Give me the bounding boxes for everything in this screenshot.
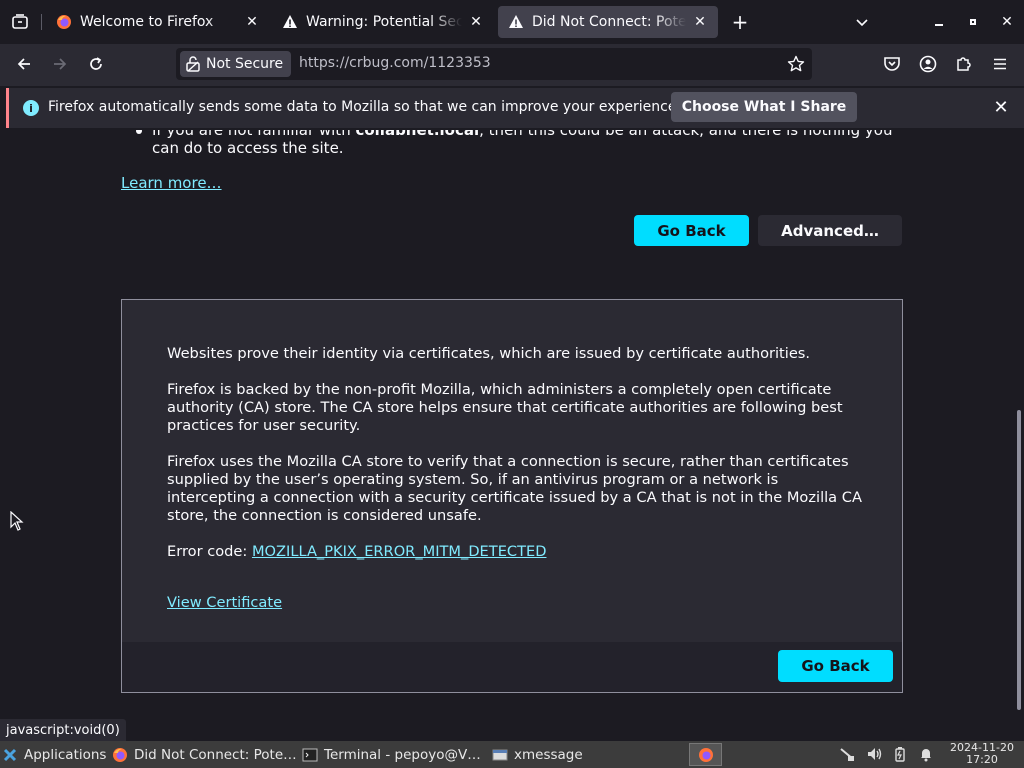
go-back-button-footer[interactable]: Go Back	[778, 650, 893, 682]
pocket-icon	[884, 57, 900, 71]
tab-title: Welcome to Firefox	[80, 14, 214, 30]
back-arrow-icon	[17, 58, 30, 70]
minimize-icon	[935, 24, 943, 26]
clock-time: 17:20	[966, 753, 998, 766]
applications-icon	[2, 747, 18, 763]
hamburger-menu-icon	[994, 58, 1006, 70]
mouse-cursor-icon	[10, 511, 24, 531]
bullet-text: can do to access the site.	[152, 139, 344, 157]
tab-title: Did Not Connect: Potential Security Issu…	[532, 14, 686, 30]
clock[interactable]: 2024-11-20 17:20	[944, 742, 1020, 766]
firefox-view-icon	[12, 14, 28, 29]
tab-warning[interactable]: Warning: Potential Security Risk Ahead ✕	[272, 6, 494, 38]
applications-label: Applications	[24, 746, 106, 763]
firefox-view-button[interactable]	[0, 0, 40, 44]
error-code-link[interactable]: MOZILLA_PKIX_ERROR_MITM_DETECTED	[252, 543, 547, 560]
explanation-bullet: If you are not familiar with collabnet.l…	[152, 130, 912, 157]
warning-icon	[282, 14, 298, 30]
notification-message: Firefox automatically sends some data to…	[48, 99, 681, 115]
advanced-panel-footer: Go Back	[122, 642, 902, 692]
page-content: If you are not familiar with collabnet.l…	[0, 130, 1024, 715]
choose-what-i-share-button[interactable]: Choose What I Share	[671, 92, 857, 122]
certificate-paragraph-3: Firefox uses the Mozilla CA store to ver…	[167, 453, 862, 524]
tab-title: Warning: Potential Security Risk Ahead	[306, 14, 462, 30]
broken-lock-icon	[186, 56, 200, 72]
go-back-label: Go Back	[657, 221, 726, 240]
not-secure-indicator[interactable]: Not Secure	[180, 51, 292, 77]
close-notification-icon[interactable]: ✕	[990, 96, 1012, 118]
maximize-icon	[970, 19, 976, 25]
status-panel: javascript:void(0)	[0, 719, 126, 741]
taskbar-item-terminal[interactable]: Terminal - pepoyo@V…	[302, 743, 486, 766]
puzzle-icon	[957, 57, 971, 71]
go-back-button[interactable]: Go Back	[634, 215, 749, 246]
hostname-text: collabnet.local	[355, 130, 480, 139]
extensions-button[interactable]	[950, 50, 978, 78]
star-icon	[787, 55, 805, 72]
certificate-paragraph-2: Firefox is backed by the non-profit Mozi…	[167, 381, 843, 434]
window-close-button[interactable]: ✕	[995, 10, 1019, 34]
data-collection-notification-bar: i Firefox automatically sends some data …	[6, 88, 1024, 128]
terminal-icon	[302, 747, 318, 763]
bullet-text: If you are not familiar with	[152, 130, 356, 139]
forward-arrow-icon	[54, 58, 67, 70]
taskbar-item-label: Did Not Connect: Pote…	[134, 746, 297, 763]
url-text[interactable]: https://crbug.com/1123353	[299, 55, 491, 71]
back-button[interactable]	[10, 50, 38, 78]
plus-icon: +	[731, 10, 749, 34]
warning-icon	[508, 14, 524, 30]
page-scrollbar-thumb[interactable]	[1017, 410, 1021, 710]
close-tab-icon[interactable]: ✕	[468, 14, 484, 30]
firefox-icon	[698, 747, 713, 762]
error-code-label: Error code:	[167, 543, 252, 560]
list-all-tabs-button[interactable]	[850, 10, 874, 34]
bullet-point	[136, 130, 142, 134]
taskbar: Applications ⋮ Did Not Connect: Pote… Te…	[0, 741, 1024, 768]
learn-more-link[interactable]: Learn more…	[121, 174, 222, 192]
notification-bell-icon[interactable]	[917, 745, 935, 763]
menu-button[interactable]	[986, 50, 1014, 78]
firefox-icon	[56, 14, 72, 30]
workspace-switcher[interactable]	[689, 743, 722, 766]
window-icon	[492, 747, 508, 763]
advanced-label: Advanced…	[781, 221, 879, 240]
tab-did-not-connect[interactable]: Did Not Connect: Potential Security Issu…	[498, 6, 718, 38]
advanced-details-panel: Websites prove their identity via certif…	[121, 299, 903, 693]
account-button[interactable]	[914, 50, 942, 78]
advanced-button[interactable]: Advanced…	[758, 215, 902, 246]
chevron-down-icon	[856, 19, 868, 27]
info-icon: i	[23, 100, 39, 116]
pocket-button[interactable]	[878, 50, 906, 78]
taskbar-item-xmessage[interactable]: xmessage	[492, 743, 664, 766]
view-certificate-link[interactable]: View Certificate	[167, 594, 282, 612]
forward-button[interactable]	[46, 50, 74, 78]
certificate-paragraph-1: Websites prove their identity via certif…	[167, 345, 811, 362]
taskbar-item-firefox[interactable]: Did Not Connect: Pote…	[112, 743, 298, 766]
maximize-button[interactable]	[961, 10, 985, 34]
choose-what-i-share-label: Choose What I Share	[681, 99, 847, 115]
error-code-line: Error code: MOZILLA_PKIX_ERROR_MITM_DETE…	[167, 543, 867, 561]
reload-button[interactable]	[82, 50, 110, 78]
tab-welcome[interactable]: Welcome to Firefox ✕	[46, 6, 270, 38]
account-icon	[919, 55, 937, 73]
bullet-text: , then this could be an attack, and ther…	[479, 130, 893, 139]
volume-icon[interactable]	[865, 745, 883, 763]
close-tab-icon[interactable]: ✕	[692, 14, 708, 30]
close-tab-icon[interactable]: ✕	[244, 14, 260, 30]
new-tab-button[interactable]: +	[728, 10, 752, 34]
network-icon[interactable]	[838, 745, 856, 763]
taskbar-item-label: xmessage	[514, 746, 583, 763]
close-icon: ✕	[1001, 14, 1013, 30]
reload-icon	[90, 57, 102, 70]
tab-separator	[41, 14, 42, 30]
battery-icon[interactable]	[891, 745, 909, 763]
go-back-label: Go Back	[801, 657, 870, 675]
not-secure-label: Not Secure	[206, 56, 284, 72]
taskbar-item-label: Terminal - pepoyo@V…	[324, 746, 481, 763]
firefox-icon	[112, 747, 128, 763]
bookmark-star-button[interactable]	[784, 52, 808, 76]
applications-menu-button[interactable]: Applications ⋮	[2, 743, 106, 766]
minimize-button[interactable]	[927, 10, 951, 34]
